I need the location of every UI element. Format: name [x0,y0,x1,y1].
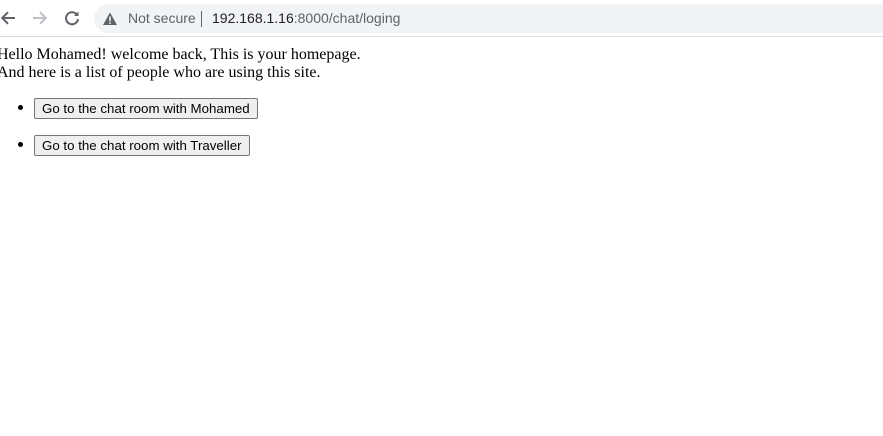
people-list: Go to the chat room with Mohamed Go to t… [0,96,258,170]
forward-button[interactable] [28,6,52,30]
url-text[interactable]: 192.168.1.16:8000/chat/loging [212,10,400,27]
warning-triangle-icon [103,12,117,25]
arrow-right-icon [33,11,48,25]
url-path: :8000/chat/loging [293,10,401,26]
bullet-icon [18,142,23,147]
list-intro-text: And here is a list of people who are usi… [0,64,321,81]
not-secure-label[interactable]: Not secure [128,10,196,27]
bullet-icon [18,105,23,110]
url-host: 192.168.1.16 [212,10,294,26]
browser-toolbar: Not secure 192.168.1.16:8000/chat/loging [0,0,883,37]
reload-button[interactable] [60,6,84,30]
back-button[interactable] [0,6,20,30]
greeting-text: Hello Mohamed! welcome back, This is you… [0,46,361,63]
address-bar[interactable]: Not secure 192.168.1.16:8000/chat/loging [94,4,883,33]
page-content: Hello Mohamed! welcome back, This is you… [0,46,361,82]
address-separator [201,11,202,27]
reload-icon [65,11,79,26]
chat-room-button-traveller[interactable]: Go to the chat room with Traveller [34,135,250,156]
chat-room-button-mohamed[interactable]: Go to the chat room with Mohamed [34,98,258,119]
arrow-left-icon [0,11,15,25]
